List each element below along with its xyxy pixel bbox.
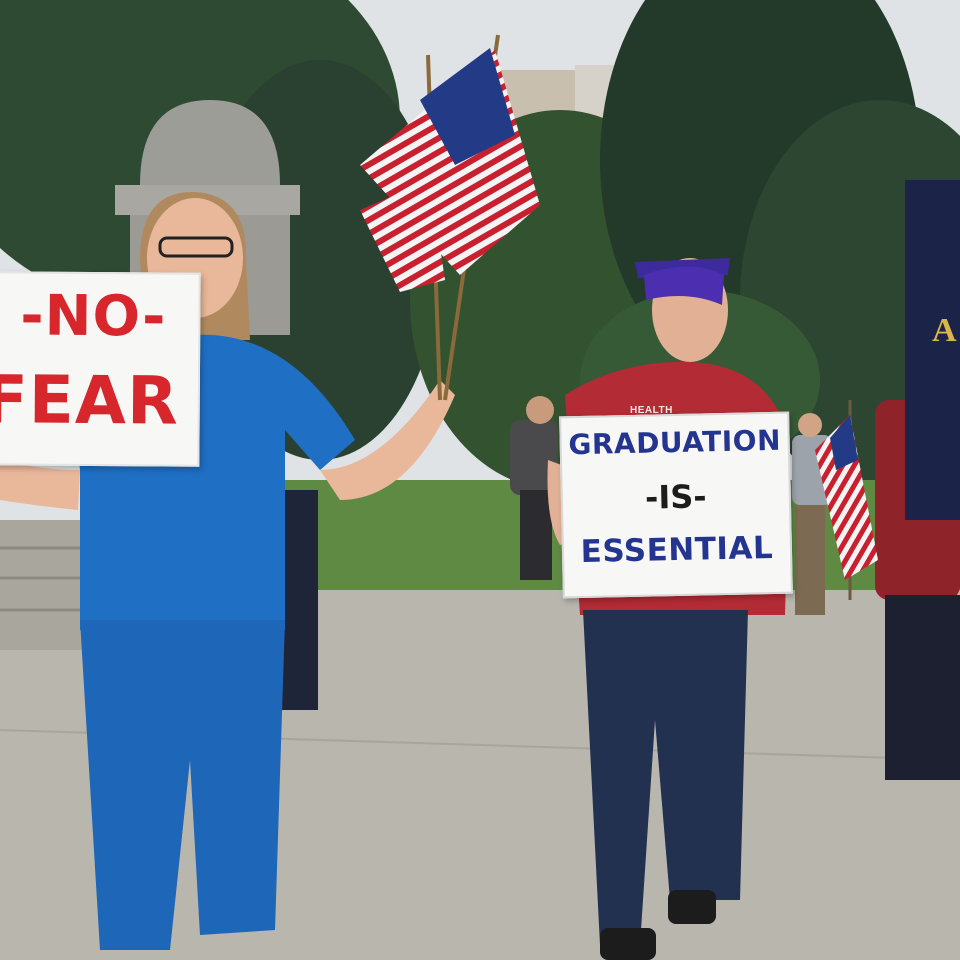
graduation-essential-sign: GRADUATION -IS- ESSENTIAL	[559, 411, 793, 599]
graduation-sign-line2: -IS-	[644, 477, 707, 517]
no-fear-sign-line1: -NO-	[20, 283, 167, 350]
photo-background	[0, 0, 960, 960]
graduation-sign-line1: GRADUATION	[568, 423, 782, 462]
stone-steps	[0, 520, 90, 650]
graduation-sign-line3: ESSENTIAL	[580, 529, 774, 571]
no-fear-sign: -NO- FEAR	[0, 271, 201, 467]
no-fear-sign-line2: FEAR	[0, 361, 180, 440]
shirt-print: HEALTH	[630, 405, 673, 416]
banner-letter: A	[932, 312, 957, 349]
photo-scene: -NO- FEAR GRADUATION -IS- ESSENTIAL HEAL…	[0, 0, 960, 960]
